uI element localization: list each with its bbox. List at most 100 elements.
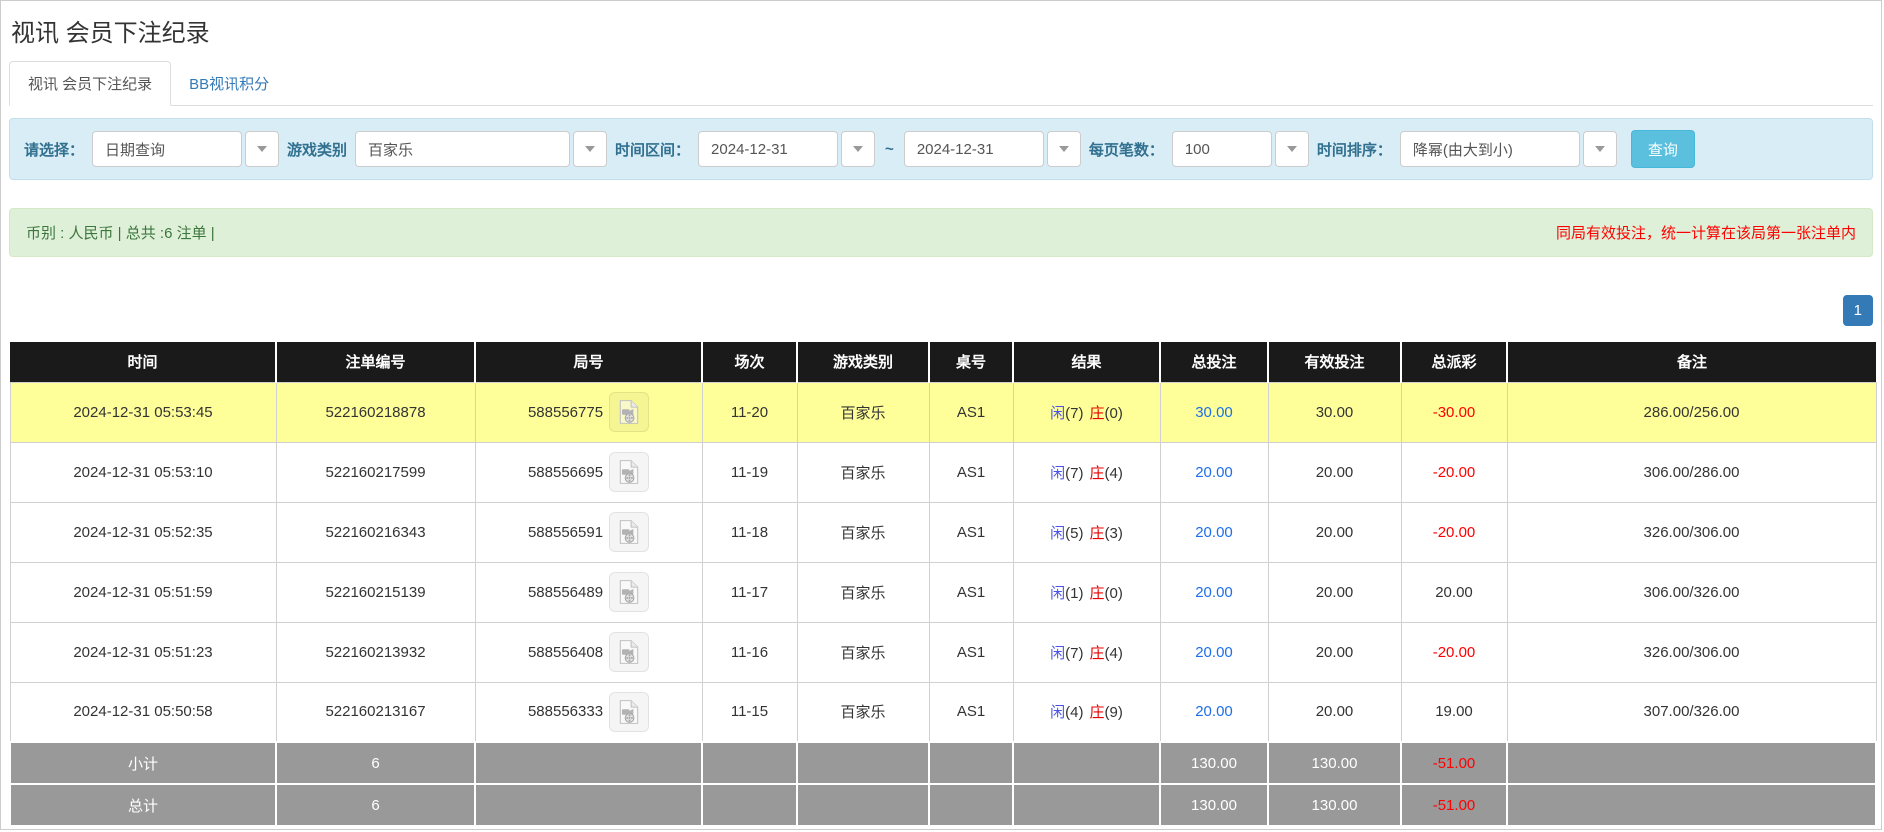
summary-total-bet-cell: 130.00: [1160, 742, 1268, 784]
col-header-bet-id: 注单编号: [276, 342, 475, 382]
table-row: 2024-12-31 05:50:58 522160213167 5885563…: [10, 682, 1876, 742]
date-from-dropdown-button[interactable]: [841, 131, 875, 167]
query-type-select[interactable]: 日期查询: [92, 131, 279, 167]
game-type-value[interactable]: 百家乐: [355, 131, 570, 167]
banker-label: 庄: [1090, 525, 1105, 542]
tab-betting-records[interactable]: 视讯 会员下注纪录: [9, 61, 171, 106]
page-size-value[interactable]: 100: [1172, 131, 1272, 167]
round-cell: 588556333: [475, 682, 702, 742]
table-row: 2024-12-31 05:51:23 522160213932 5885564…: [10, 622, 1876, 682]
col-header-note: 备注: [1507, 342, 1876, 382]
total-bet-cell: 20.00: [1160, 682, 1268, 742]
player-score: (4): [1065, 704, 1083, 721]
filter-bar: 请选择： 日期查询 游戏类别 百家乐 时间区间： 2024-12-31 ~ 20…: [9, 118, 1873, 180]
player-score: (1): [1065, 585, 1083, 602]
round-id-text: 588556591: [528, 524, 603, 541]
payout-cell: -20.00: [1401, 502, 1507, 562]
total-bet-link[interactable]: 30.00: [1195, 404, 1233, 421]
sort-order-value[interactable]: 降幂(由大到小): [1400, 131, 1580, 167]
table-no-cell: AS1: [929, 442, 1013, 502]
col-header-session: 场次: [702, 342, 797, 382]
summary-empty-cell: [475, 784, 702, 826]
bet-id-cell: 522160218878: [276, 382, 475, 442]
banker-score: (0): [1105, 585, 1123, 602]
game-type-select[interactable]: 百家乐: [355, 131, 607, 167]
video-replay-button[interactable]: [609, 512, 649, 552]
summary-empty-cell: [702, 784, 797, 826]
summary-total-bet-cell: 130.00: [1160, 784, 1268, 826]
query-type-value[interactable]: 日期查询: [92, 131, 242, 167]
total-bet-cell: 30.00: [1160, 382, 1268, 442]
game-type-dropdown-button[interactable]: [573, 131, 607, 167]
payout-cell: 19.00: [1401, 682, 1507, 742]
page-container: 视讯 会员下注纪录 视讯 会员下注纪录 BB视讯积分 请选择： 日期查询 游戏类…: [0, 0, 1882, 830]
col-header-round-id: 局号: [475, 342, 702, 382]
total-bet-link[interactable]: 20.00: [1195, 464, 1233, 481]
round-cell: 588556695: [475, 442, 702, 502]
chevron-down-icon: [853, 146, 863, 152]
date-to-value[interactable]: 2024-12-31: [904, 131, 1044, 167]
total-bet-link[interactable]: 20.00: [1195, 524, 1233, 541]
video-replay-button[interactable]: [609, 692, 649, 732]
round-cell: 588556775: [475, 382, 702, 442]
page-title: 视讯 会员下注纪录: [11, 13, 1873, 48]
summary-valid-bet-cell: 130.00: [1268, 784, 1401, 826]
player-label: 闲: [1050, 645, 1065, 662]
note-cell: 307.00/326.00: [1507, 682, 1876, 742]
table-row: 2024-12-31 05:53:10 522160217599 5885566…: [10, 442, 1876, 502]
result-cell: 闲(7)庄(4): [1013, 442, 1160, 502]
sort-order-dropdown-button[interactable]: [1583, 131, 1617, 167]
note-cell: 306.00/286.00: [1507, 442, 1876, 502]
summary-row: 总计 6 130.00 130.00 -51.00: [10, 784, 1876, 826]
player-score: (7): [1065, 405, 1083, 422]
session-cell: 11-20: [702, 382, 797, 442]
video-replay-button[interactable]: [609, 572, 649, 612]
col-header-payout: 总派彩: [1401, 342, 1507, 382]
note-cell: 286.00/256.00: [1507, 382, 1876, 442]
search-button[interactable]: 查询: [1631, 130, 1695, 168]
video-replay-icon: [616, 399, 642, 425]
summary-empty-cell: [797, 784, 929, 826]
total-bet-cell: 20.00: [1160, 562, 1268, 622]
video-replay-button[interactable]: [609, 452, 649, 492]
total-bet-cell: 20.00: [1160, 622, 1268, 682]
table-no-cell: AS1: [929, 382, 1013, 442]
total-bet-link[interactable]: 20.00: [1195, 644, 1233, 661]
video-replay-button[interactable]: [609, 392, 649, 432]
video-replay-button[interactable]: [609, 632, 649, 672]
game-type-cell: 百家乐: [797, 622, 929, 682]
valid-bet-cell: 30.00: [1268, 382, 1401, 442]
banker-label: 庄: [1090, 405, 1105, 422]
tab-bb-video-points[interactable]: BB视讯积分: [171, 62, 287, 105]
page-number-button[interactable]: 1: [1843, 295, 1873, 326]
date-from-select[interactable]: 2024-12-31: [698, 131, 875, 167]
result-cell: 闲(7)庄(4): [1013, 622, 1160, 682]
date-to-select[interactable]: 2024-12-31: [904, 131, 1081, 167]
session-cell: 11-16: [702, 622, 797, 682]
bet-id-cell: 522160213932: [276, 622, 475, 682]
page-size-select[interactable]: 100: [1172, 131, 1309, 167]
time-cell: 2024-12-31 05:51:23: [10, 622, 276, 682]
time-cell: 2024-12-31 05:50:58: [10, 682, 276, 742]
round-cell: 588556591: [475, 502, 702, 562]
banker-score: (4): [1105, 645, 1123, 662]
round-id-text: 588556408: [528, 644, 603, 661]
col-header-time: 时间: [10, 342, 276, 382]
game-type-cell: 百家乐: [797, 562, 929, 622]
col-header-game-type: 游戏类别: [797, 342, 929, 382]
page-size-dropdown-button[interactable]: [1275, 131, 1309, 167]
video-replay-icon: [616, 579, 642, 605]
round-cell: 588556408: [475, 622, 702, 682]
table-no-cell: AS1: [929, 682, 1013, 742]
summary-label-cell: 总计: [10, 784, 276, 826]
table-row: 2024-12-31 05:51:59 522160215139 5885564…: [10, 562, 1876, 622]
sort-order-select[interactable]: 降幂(由大到小): [1400, 131, 1617, 167]
date-to-dropdown-button[interactable]: [1047, 131, 1081, 167]
total-bet-link[interactable]: 20.00: [1195, 584, 1233, 601]
query-type-dropdown-button[interactable]: [245, 131, 279, 167]
payout-cell: -30.00: [1401, 382, 1507, 442]
bet-id-cell: 522160216343: [276, 502, 475, 562]
video-replay-icon: [616, 699, 642, 725]
date-from-value[interactable]: 2024-12-31: [698, 131, 838, 167]
total-bet-link[interactable]: 20.00: [1195, 703, 1233, 720]
